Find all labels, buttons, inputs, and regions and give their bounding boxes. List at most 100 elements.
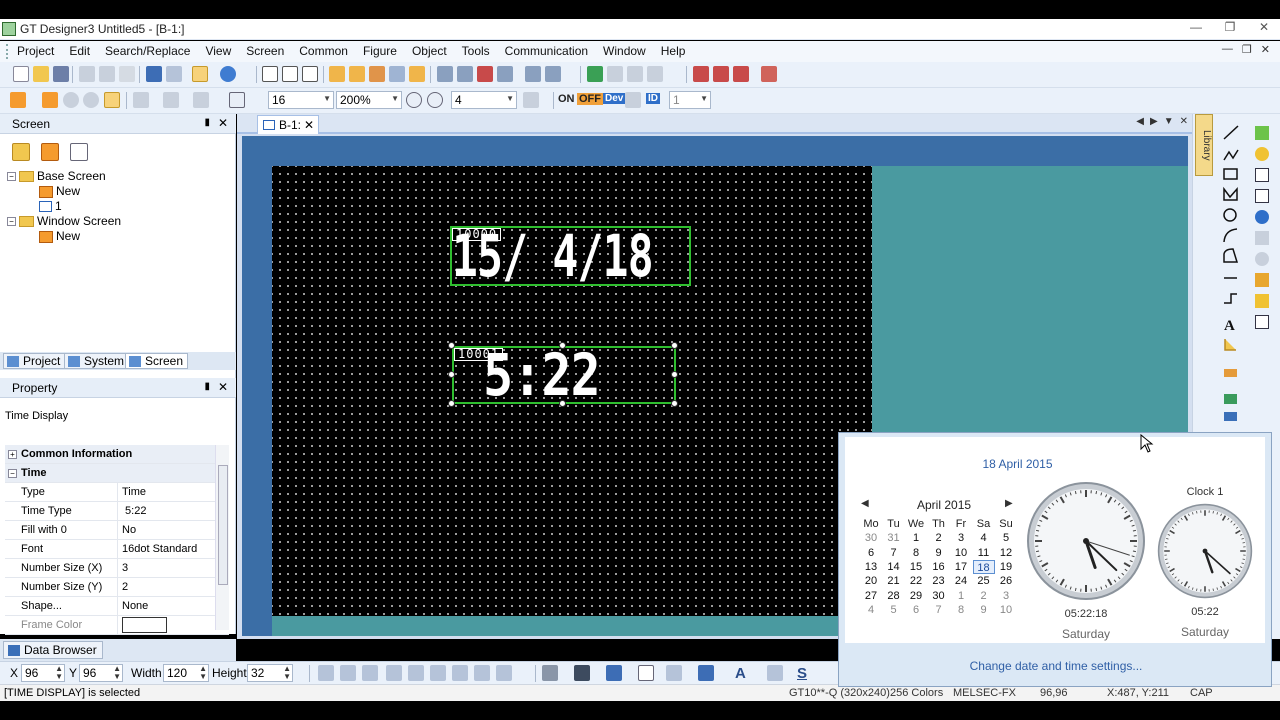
library-icon[interactable] [329, 66, 345, 82]
property-row-font[interactable]: Font 16dot Standard [5, 540, 229, 559]
fill-color-icon[interactable] [193, 92, 209, 108]
collapse-icon[interactable]: − [7, 217, 16, 227]
new-screen-folder-icon[interactable] [12, 143, 30, 161]
zoom-window-icon[interactable] [229, 92, 245, 108]
expand-icon[interactable]: + [8, 450, 17, 459]
mdi-minimize-icon[interactable]: — [1222, 43, 1233, 56]
y-position-input[interactable]: 96 ▲ ▼ [79, 664, 123, 682]
verify-got-icon[interactable] [733, 66, 749, 82]
help-icon[interactable] [220, 66, 236, 82]
text-size-icon[interactable] [767, 665, 783, 681]
template-icon[interactable] [369, 66, 385, 82]
calendar-day[interactable]: 2 [973, 589, 995, 603]
resize-handle[interactable] [448, 400, 455, 407]
calendar-day[interactable]: 30 [928, 589, 950, 603]
off-toggle[interactable]: OFF [577, 93, 603, 105]
menu-window[interactable]: Window [603, 44, 646, 58]
paste-icon[interactable] [119, 66, 135, 82]
clock-object-icon[interactable] [1255, 210, 1269, 224]
property-row-frame-color[interactable]: Frame Color [5, 616, 229, 635]
scroll-thumb[interactable] [218, 465, 228, 585]
calendar-day[interactable]: 4 [860, 603, 882, 617]
menu-project[interactable]: Project [17, 44, 54, 58]
previous-screen-icon[interactable] [63, 92, 79, 108]
parts-display-icon[interactable] [1255, 252, 1269, 266]
frame-color-swatch[interactable] [122, 617, 167, 633]
write-to-got-icon[interactable] [693, 66, 709, 82]
calendar-month-label[interactable]: April 2015 [917, 498, 971, 512]
calendar-day[interactable]: 14 [883, 560, 905, 574]
grid-size-select[interactable]: 4 ▼ [451, 91, 517, 109]
tree-base-new[interactable]: New [39, 184, 80, 199]
calendar-day[interactable]: 8 [950, 603, 972, 617]
undo-icon[interactable] [146, 66, 162, 82]
property-row-fill-with-0[interactable]: Fill with 0 No [5, 521, 229, 540]
align-top-icon[interactable] [386, 665, 402, 681]
calendar-day[interactable]: 9 [973, 603, 995, 617]
mdi-close-icon[interactable]: ✕ [1261, 43, 1270, 56]
property-row-shape[interactable]: Shape... None [5, 597, 229, 616]
calendar-day[interactable]: 19 [995, 560, 1017, 574]
pin-icon[interactable]: ▮ [204, 381, 210, 392]
width-input[interactable]: 120 ▲ ▼ [163, 664, 209, 682]
fill-color-icon[interactable] [698, 665, 714, 681]
property-row-number-size-x[interactable]: Number Size (X) 3 [5, 559, 229, 578]
ascii-display-icon[interactable] [1255, 189, 1269, 203]
calendar-day[interactable]: 6 [905, 603, 927, 617]
calendar-day[interactable]: 12 [995, 546, 1017, 560]
monitor-icon[interactable] [627, 66, 643, 82]
communication-settings-icon[interactable] [761, 66, 777, 82]
line-color-icon[interactable] [606, 665, 622, 681]
new-icon[interactable] [13, 66, 29, 82]
collapse-icon[interactable]: − [7, 172, 16, 182]
long-date-link[interactable]: 18 April 2015 [845, 457, 1190, 471]
fill-pattern-icon[interactable] [163, 92, 179, 108]
zoom-in-icon[interactable] [406, 92, 422, 108]
debug-icon[interactable] [647, 66, 663, 82]
tab-screen[interactable]: Screen [125, 353, 189, 369]
calendar-day[interactable]: 17 [950, 560, 972, 574]
menu-object[interactable]: Object [412, 44, 447, 58]
calendar-day[interactable]: 30 [860, 531, 882, 545]
spinner-icon[interactable]: ▲ ▼ [113, 665, 121, 681]
menu-common[interactable]: Common [299, 44, 348, 58]
screen-icon[interactable] [262, 66, 278, 82]
close-document-icon[interactable]: ✕ [1180, 116, 1188, 127]
calendar-day[interactable]: 18 [972, 559, 995, 574]
resize-handle[interactable] [671, 342, 678, 349]
calendar-day[interactable]: 1 [950, 589, 972, 603]
device-list-icon[interactable] [389, 66, 405, 82]
grid-color-icon[interactable] [523, 92, 539, 108]
menu-figure[interactable]: Figure [363, 44, 397, 58]
numerical-display-icon[interactable] [1255, 168, 1269, 182]
redo-icon[interactable] [166, 66, 182, 82]
select-pointer-icon[interactable] [192, 66, 208, 82]
x-position-input[interactable]: 96 ▲ ▼ [21, 664, 65, 682]
menu-tools[interactable]: Tools [462, 44, 490, 58]
resize-handle[interactable] [671, 371, 678, 378]
restore-icon[interactable]: ❐ [1222, 20, 1238, 34]
calendar-day[interactable]: 7 [883, 546, 905, 560]
tree-window-screen[interactable]: − Window Screen [7, 214, 121, 229]
alarm-icon[interactable] [477, 66, 493, 82]
change-date-time-link[interactable]: Change date and time settings... [839, 659, 1273, 673]
calendar-day[interactable]: 31 [883, 531, 905, 545]
minimize-icon[interactable]: — [1188, 20, 1204, 34]
delete-screen-icon[interactable] [41, 143, 59, 161]
calendar-day[interactable]: 5 [995, 531, 1017, 545]
overlap-screen-icon[interactable] [302, 66, 318, 82]
calendar-day[interactable]: 26 [995, 574, 1017, 588]
next-screen-icon[interactable] [83, 92, 99, 108]
calendar-day[interactable]: 24 [950, 574, 972, 588]
cut-icon[interactable] [79, 66, 95, 82]
menu-help[interactable]: Help [661, 44, 686, 58]
simulator-start-icon[interactable] [587, 66, 603, 82]
align-center-icon[interactable] [340, 665, 356, 681]
spinner-icon[interactable]: ▲ ▼ [283, 665, 291, 681]
pattern-icon[interactable] [666, 665, 682, 681]
close-tab-icon[interactable]: ✕ [304, 118, 314, 132]
spinner-icon[interactable]: ▲ ▼ [199, 665, 207, 681]
resize-handle[interactable] [448, 371, 455, 378]
calendar-day[interactable]: 3 [995, 589, 1017, 603]
tab-project[interactable]: Project [3, 353, 66, 369]
